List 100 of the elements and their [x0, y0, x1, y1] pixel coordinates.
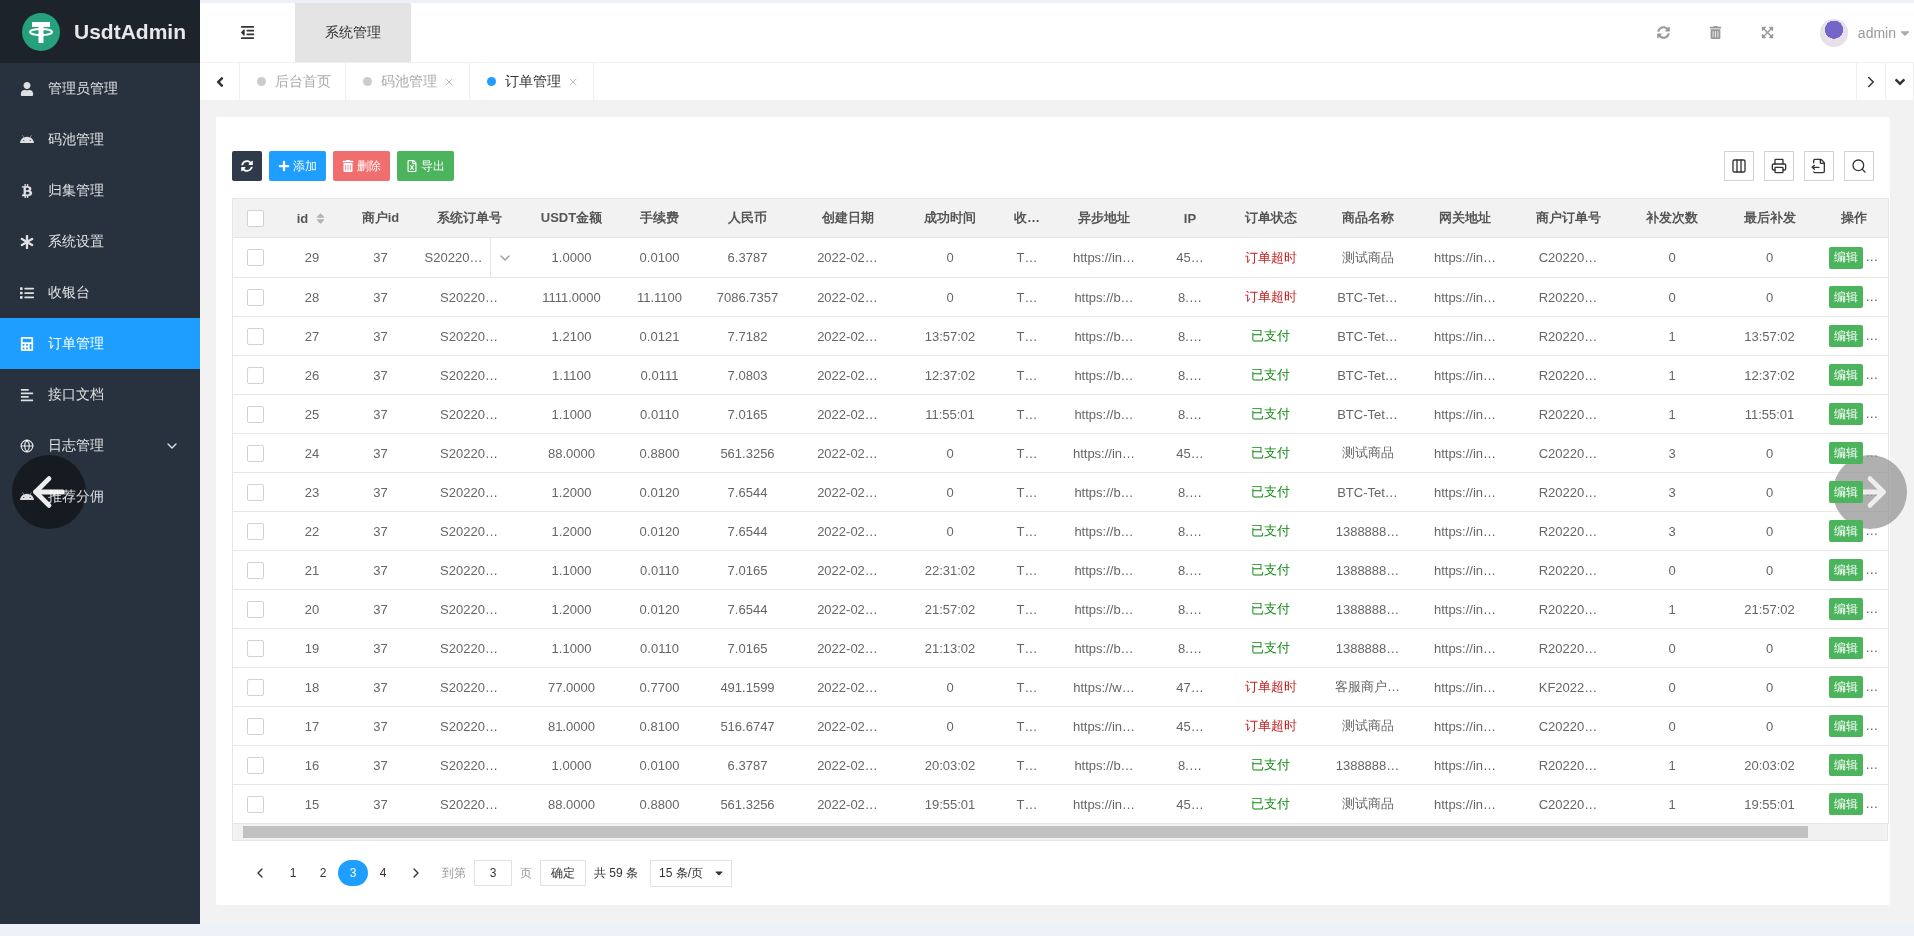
- sidebar-label: 管理员管理: [48, 79, 119, 98]
- table-cell: T…: [1016, 718, 1038, 734]
- table-cell: 2022-02…: [817, 718, 878, 734]
- table-cell: 561.3256: [720, 445, 775, 461]
- table-cell: 1.1000: [551, 640, 592, 656]
- edit-button[interactable]: 编辑: [1829, 754, 1864, 776]
- row-checkbox[interactable]: [247, 717, 265, 735]
- edit-button[interactable]: 编辑: [1829, 637, 1864, 659]
- row-checkbox[interactable]: [247, 366, 265, 384]
- table-cell: S20220…: [440, 367, 498, 383]
- user-name[interactable]: admin: [1857, 24, 1896, 41]
- row-checkbox[interactable]: [247, 561, 265, 579]
- edit-button[interactable]: 编辑: [1829, 598, 1864, 620]
- table-cell: 88.0000: [548, 445, 595, 461]
- column-header: 商户订单号: [1535, 210, 1601, 225]
- add-button[interactable]: 添加: [269, 151, 326, 181]
- table-cell: 27: [304, 328, 320, 344]
- edit-button[interactable]: 编辑: [1829, 442, 1864, 464]
- file-export-icon: [1811, 158, 1827, 174]
- edit-button[interactable]: 编辑: [1829, 715, 1864, 737]
- tab-label: 订单管理: [505, 72, 561, 91]
- table-cell: 1111.0000: [542, 289, 601, 305]
- asterisk-icon: [20, 234, 34, 249]
- page-size-select[interactable]: 15 条/页: [650, 859, 732, 887]
- select-all-checkbox[interactable]: [247, 209, 265, 227]
- column-header: 异步地址: [1078, 210, 1130, 225]
- row-checkbox[interactable]: [247, 639, 265, 657]
- confirm-button[interactable]: 确定: [540, 860, 586, 886]
- excel-file-icon: [406, 160, 418, 172]
- search-button[interactable]: [1844, 151, 1874, 181]
- more-text: …: [1865, 444, 1879, 460]
- table-cell: T…: [1016, 289, 1038, 305]
- edit-button[interactable]: 编辑: [1829, 364, 1864, 386]
- row-checkbox[interactable]: [247, 756, 265, 774]
- table-cell: https://in…: [1433, 406, 1497, 422]
- table-cell: 测试商品: [1341, 796, 1394, 811]
- row-checkbox[interactable]: [247, 405, 265, 423]
- row-checkbox[interactable]: [247, 327, 265, 345]
- table-cell: 0: [946, 718, 954, 734]
- table-cell: 0.0120: [639, 601, 680, 617]
- sidebar-item[interactable]: 日志管理: [0, 420, 200, 471]
- page-tab[interactable]: 后台首页: [240, 63, 346, 100]
- page-number[interactable]: 3: [338, 860, 368, 886]
- sidebar-item[interactable]: 归集管理: [0, 165, 200, 216]
- table-cell: 45…: [1176, 796, 1204, 812]
- tab-label: 码池管理: [381, 72, 437, 91]
- sidebar-item[interactable]: 收银台: [0, 267, 200, 318]
- avatar-icon[interactable]: [1819, 18, 1848, 47]
- row-checkbox[interactable]: [247, 483, 265, 501]
- table-cell: S20220…: [440, 406, 498, 422]
- refresh-button[interactable]: [232, 151, 262, 181]
- columns-icon: [1731, 158, 1747, 174]
- row-checkbox[interactable]: [247, 678, 265, 696]
- edit-button[interactable]: 编辑: [1829, 286, 1864, 308]
- table-cell: 8.…: [1178, 484, 1202, 500]
- table-cell: S20220…: [440, 718, 498, 734]
- table-cell: 22:31:02: [924, 562, 976, 578]
- nav-tab[interactable]: 系统管理: [295, 3, 411, 62]
- table-cell: 0.0100: [639, 757, 680, 773]
- sidebar-item[interactable]: 系统设置: [0, 216, 200, 267]
- horizontal-scrollbar[interactable]: [232, 824, 1888, 841]
- page-input[interactable]: 3: [474, 860, 512, 886]
- delete-button[interactable]: 删除: [333, 151, 390, 181]
- page-number[interactable]: 4: [368, 860, 398, 886]
- row-checkbox[interactable]: [247, 795, 265, 813]
- edit-button[interactable]: 编辑: [1829, 520, 1864, 542]
- table-cell: 19:55:01: [924, 796, 976, 812]
- more-text: …: [1865, 795, 1879, 811]
- table-cell: R20220…: [1538, 601, 1598, 617]
- sidebar-item[interactable]: 订单管理: [0, 318, 200, 369]
- export-file-button[interactable]: [1804, 151, 1834, 181]
- table-cell: 37: [373, 406, 388, 422]
- table-cell: S20220…: [424, 250, 483, 265]
- status-label: 已支付: [1251, 406, 1290, 421]
- edit-button[interactable]: 编辑: [1829, 481, 1864, 503]
- edit-button[interactable]: 编辑: [1829, 559, 1864, 581]
- page-tab[interactable]: 订单管理: [470, 63, 594, 100]
- row-checkbox[interactable]: [247, 249, 265, 267]
- more-text: …: [1865, 327, 1879, 343]
- row-checkbox[interactable]: [247, 522, 265, 540]
- page-tab[interactable]: 码池管理: [346, 63, 470, 100]
- edit-button[interactable]: 编辑: [1829, 676, 1864, 698]
- page-number[interactable]: 1: [278, 860, 308, 886]
- page-number[interactable]: 2: [308, 860, 338, 886]
- edit-button[interactable]: 编辑: [1829, 403, 1864, 425]
- edit-button[interactable]: 编辑: [1829, 793, 1864, 815]
- sidebar-item[interactable]: 接口文档: [0, 369, 200, 420]
- sidebar-item[interactable]: 码池管理: [0, 114, 200, 165]
- export-button[interactable]: 导出: [397, 151, 454, 181]
- row-checkbox[interactable]: [247, 444, 265, 462]
- sidebar-item[interactable]: 管理员管理: [0, 63, 200, 114]
- table-cell: 37: [373, 562, 388, 578]
- search-icon: [1851, 158, 1867, 174]
- row-checkbox[interactable]: [247, 600, 265, 618]
- print-button[interactable]: [1764, 151, 1794, 181]
- table-cell: 17: [304, 718, 320, 734]
- edit-button[interactable]: 编辑: [1829, 246, 1864, 269]
- row-checkbox[interactable]: [247, 288, 265, 306]
- edit-button[interactable]: 编辑: [1829, 325, 1864, 347]
- columns-button[interactable]: [1724, 151, 1754, 181]
